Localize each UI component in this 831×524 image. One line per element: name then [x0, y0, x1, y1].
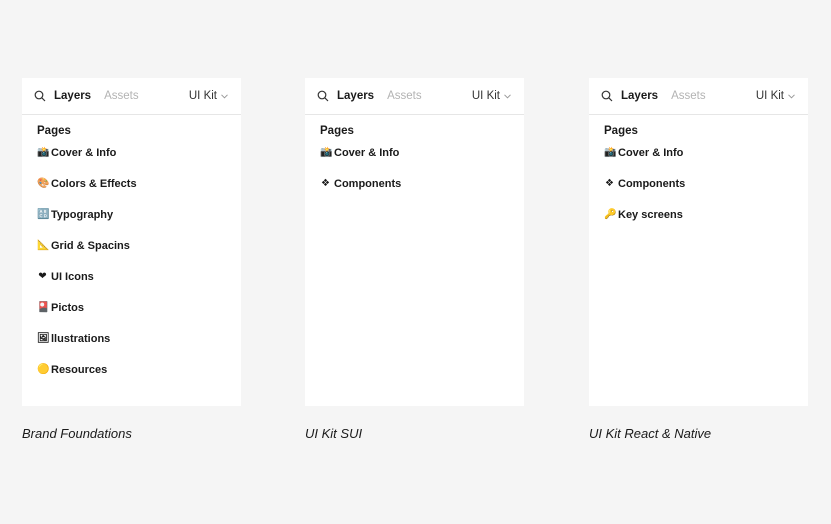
pages-header: Pages — [320, 125, 354, 137]
page-item-label: Pictos — [51, 302, 85, 314]
tab-assets[interactable]: Assets — [671, 90, 706, 102]
search-icon[interactable] — [601, 90, 613, 102]
panel-ui-kit-sui: Layers Assets UI Kit Pages 📸 Cover & Info… — [305, 78, 524, 406]
pages-header: Pages — [604, 125, 638, 137]
panel-brand-foundations: Layers Assets UI Kit Pages 📸 Cover & Info… — [22, 78, 241, 406]
page-item-grid-spacing[interactable]: 📐 Grid & Spacins — [22, 239, 241, 270]
kit-dropdown[interactable]: UI Kit — [189, 90, 228, 102]
page-item-illustrations[interactable]: 🖼 llustrations — [22, 332, 241, 363]
chevron-down-icon — [504, 93, 511, 99]
camera-icon: 📸 — [320, 147, 333, 158]
page-item-components[interactable]: ❖ Components — [589, 177, 808, 208]
page-item-cover-info[interactable]: 📸 Cover & Info — [22, 146, 241, 177]
page-item-label: llustrations — [51, 333, 111, 345]
page-item-ui-icons[interactable]: ❤ UI Icons — [22, 270, 241, 301]
component-icon: ❖ — [605, 178, 614, 189]
page-item-label: Cover & Info — [618, 147, 684, 159]
panel-topbar: Layers Assets UI Kit — [22, 78, 241, 115]
page-item-pictos[interactable]: 🎴 Pictos — [22, 301, 241, 332]
page-item-cover-info[interactable]: 📸 Cover & Info — [305, 146, 524, 177]
pages-header: Pages — [37, 125, 71, 137]
letters-icon: 🔠 — [37, 209, 50, 220]
pages-list: Pages 📸 Cover & Info ❖ Components 🔑 Key scr… — [589, 115, 808, 239]
panel-topbar: Layers Assets UI Kit — [305, 78, 524, 115]
camera-icon: 📸 — [37, 147, 50, 158]
page-item-label: UI Icons — [51, 271, 94, 283]
page-item-cover-info[interactable]: 📸 Cover & Info — [589, 146, 808, 177]
component-icon: ❖ — [321, 178, 330, 189]
page-item-label: Typography — [51, 209, 114, 221]
yellow-circle-icon: 🟡 — [37, 364, 50, 375]
search-icon[interactable] — [317, 90, 329, 102]
kit-dropdown-label: UI Kit — [188, 90, 217, 102]
key-icon: 🔑 — [604, 209, 617, 220]
tab-assets[interactable]: Assets — [387, 90, 422, 102]
heart-icon: ❤ — [38, 271, 47, 282]
page-item-label: Grid & Spacins — [51, 240, 130, 252]
page-item-label: Colors & Effects — [51, 178, 137, 190]
panel-topbar: Layers Assets UI Kit — [589, 78, 808, 115]
tab-layers[interactable]: Layers — [337, 90, 374, 102]
tab-layers[interactable]: Layers — [54, 90, 91, 102]
page-item-label: Components — [618, 178, 686, 190]
caption-ui-kit-sui: UI Kit SUI — [305, 426, 363, 441]
caption-brand-foundations: Brand Foundations — [22, 426, 132, 441]
palette-icon: 🎨 — [37, 178, 50, 189]
page-item-label: Components — [334, 178, 402, 190]
page-item-label: Cover & Info — [51, 147, 117, 159]
search-icon[interactable] — [34, 90, 46, 102]
kit-dropdown-label: UI Kit — [471, 90, 500, 102]
chevron-down-icon — [221, 93, 228, 99]
card-icon: 🎴 — [37, 302, 50, 313]
page-item-typography[interactable]: 🔠 Typography — [22, 208, 241, 239]
tab-layers[interactable]: Layers — [621, 90, 658, 102]
pages-list: Pages 📸 Cover & Info ❖ Components — [305, 115, 524, 208]
panel-ui-kit-react-native: Layers Assets UI Kit Pages 📸 Cover & Info… — [589, 78, 808, 406]
page-item-components[interactable]: ❖ Components — [305, 177, 524, 208]
layers-panel: Layers Assets UI Kit Pages 📸 Cover & Info… — [589, 78, 808, 406]
picture-icon: 🖼 — [37, 333, 50, 344]
page-item-label: Resources — [51, 364, 108, 376]
chevron-down-icon — [788, 93, 795, 99]
kit-dropdown[interactable]: UI Kit — [756, 90, 795, 102]
kit-dropdown-label: UI Kit — [755, 90, 784, 102]
page-item-colors-effects[interactable]: 🎨 Colors & Effects — [22, 177, 241, 208]
layers-panel: Layers Assets UI Kit Pages 📸 Cover & Info… — [22, 78, 241, 406]
page-item-resources[interactable]: 🟡 Resources — [22, 363, 241, 394]
page-item-label: Cover & Info — [334, 147, 400, 159]
pages-list: Pages 📸 Cover & Info 🎨 Colors & Effects 🔠 T… — [22, 115, 241, 394]
camera-icon: 📸 — [604, 147, 617, 158]
page-item-label: Key screens — [618, 209, 683, 221]
triangle-ruler-icon: 📐 — [37, 240, 50, 251]
page-item-key-screens[interactable]: 🔑 Key screens — [589, 208, 808, 239]
layers-panel: Layers Assets UI Kit Pages 📸 Cover & Info… — [305, 78, 524, 406]
kit-dropdown[interactable]: UI Kit — [472, 90, 511, 102]
tab-assets[interactable]: Assets — [104, 90, 139, 102]
caption-ui-kit-react-native: UI Kit React & Native — [589, 426, 712, 441]
